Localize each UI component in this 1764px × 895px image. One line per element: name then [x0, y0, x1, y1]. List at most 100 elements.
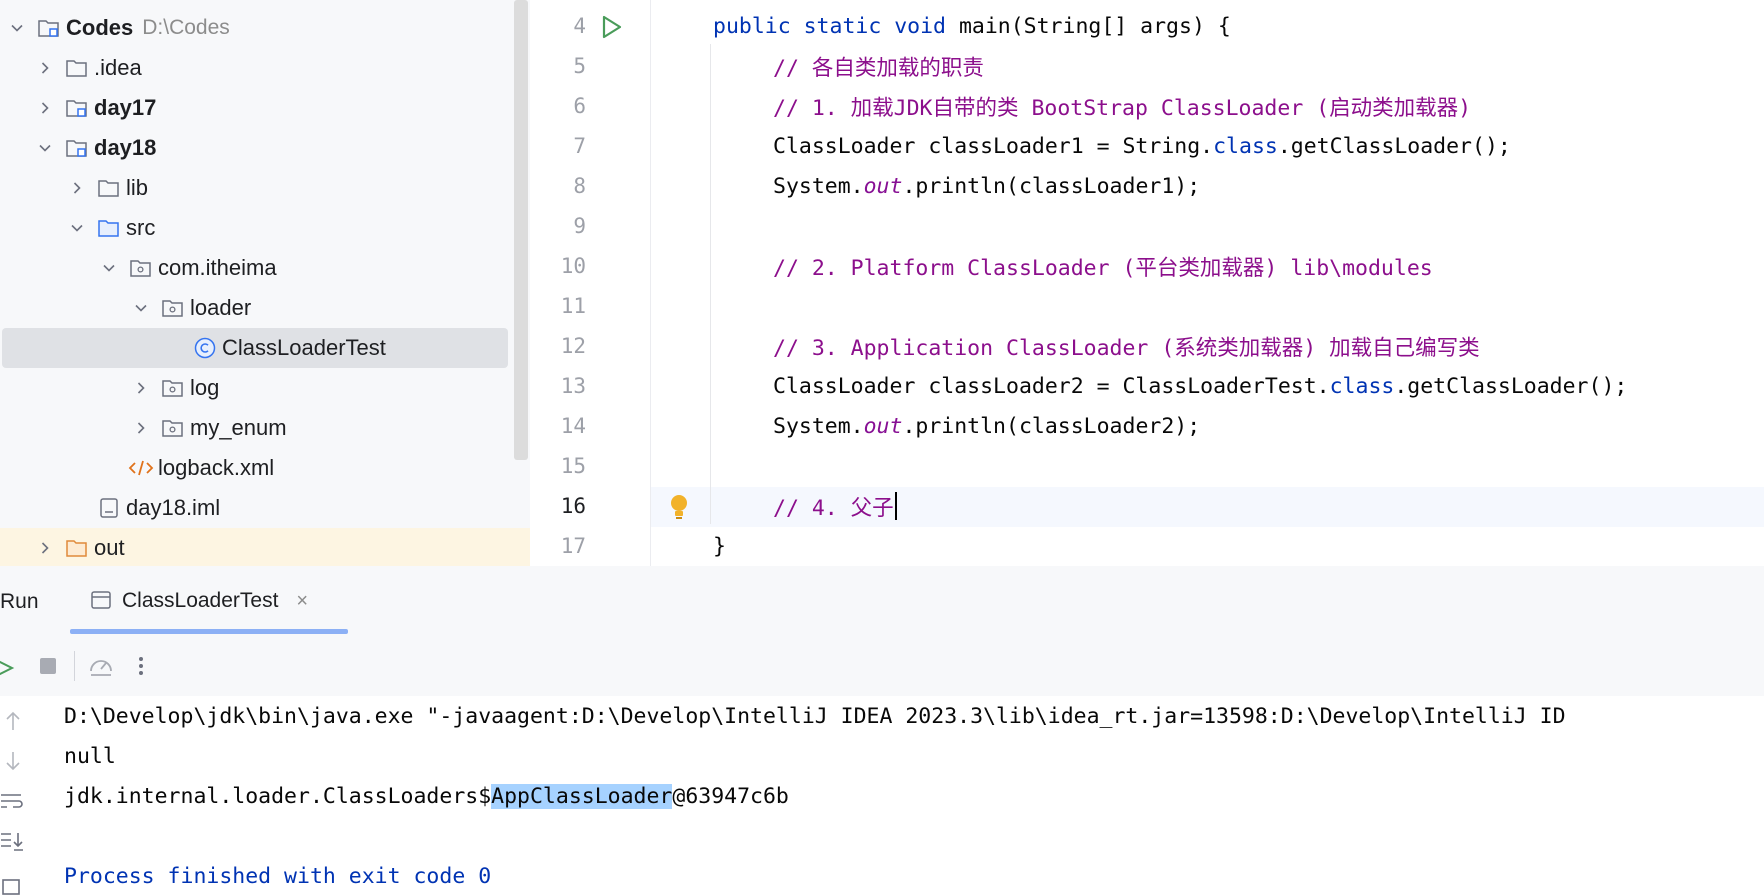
- chevron-down-icon[interactable]: [98, 257, 120, 279]
- line-number: 14: [560, 414, 586, 438]
- tree-item-com-itheima[interactable]: com.itheima: [0, 248, 510, 288]
- chevron-down-icon[interactable]: [66, 217, 88, 239]
- code-line-12[interactable]: // 3. Application ClassLoader (系统类加载器) 加…: [773, 326, 1480, 366]
- code-line-16[interactable]: // 4. 父子: [773, 486, 897, 526]
- chevron-down-icon[interactable]: [130, 297, 152, 319]
- run-config-icon: [90, 590, 112, 612]
- tree-item-path: D:\Codes: [142, 16, 230, 39]
- line-number: 5: [573, 54, 586, 78]
- line-number: 17: [560, 534, 586, 558]
- console-command-line: D:\Develop\jdk\bin\java.exe "-javaagent:…: [64, 703, 1566, 729]
- package-icon: [160, 295, 186, 321]
- line-number: 7: [573, 134, 586, 158]
- tree-item-codes[interactable]: Codes D:\Codes: [0, 8, 510, 48]
- package-icon: [128, 255, 154, 281]
- tree-item-label: day17: [94, 95, 157, 120]
- folder-icon: [64, 55, 90, 81]
- tree-item-label: Codes: [66, 15, 134, 40]
- tree-item-my-enum[interactable]: my_enum: [0, 408, 510, 448]
- tree-item-logback-xml[interactable]: logback.xml: [0, 448, 510, 488]
- tree-item-label: log: [190, 375, 220, 400]
- tab-classloadertest[interactable]: ClassLoaderTest ×: [70, 566, 350, 636]
- editor-gutter: 4 5 6 7 8 9 10 11 12 13 14 15 16 17: [530, 0, 687, 566]
- excluded-folder-icon: [64, 535, 90, 561]
- line-number: 10: [560, 254, 586, 278]
- tree-item-label: .idea: [94, 55, 142, 80]
- print-icon[interactable]: [0, 874, 26, 895]
- folder-icon: [96, 175, 122, 201]
- close-tab-icon[interactable]: ×: [296, 590, 308, 613]
- profiler-icon[interactable]: [81, 646, 121, 686]
- active-tab-indicator: [70, 629, 348, 634]
- line-number: 6: [573, 94, 586, 118]
- project-panel: Codes D:\Codes .idea day17 day18 lib src…: [0, 0, 530, 566]
- source-folder-icon: [96, 215, 122, 241]
- code-line-17[interactable]: }: [713, 526, 726, 566]
- tree-item-label: src: [126, 215, 156, 240]
- more-options-icon[interactable]: [121, 646, 161, 686]
- arrow-down-icon[interactable]: [0, 748, 26, 774]
- line-number: 8: [573, 174, 586, 198]
- xml-file-icon: [128, 455, 154, 481]
- tree-item-idea[interactable]: .idea: [0, 48, 510, 88]
- line-number: 12: [560, 334, 586, 358]
- console-output[interactable]: D:\Develop\jdk\bin\java.exe "-javaagent:…: [64, 696, 1764, 895]
- chevron-right-icon[interactable]: [34, 97, 56, 119]
- arrow-up-icon[interactable]: [0, 708, 26, 734]
- chevron-down-icon[interactable]: [34, 137, 56, 159]
- tree-item-loader[interactable]: loader: [0, 288, 510, 328]
- rerun-icon[interactable]: [0, 646, 28, 686]
- tree-item-day17[interactable]: day17: [0, 88, 510, 128]
- module-folder-icon: [64, 95, 90, 121]
- soft-wrap-icon[interactable]: [0, 788, 26, 814]
- scroll-to-end-icon[interactable]: [0, 828, 26, 854]
- chevron-down-icon[interactable]: [6, 17, 28, 39]
- code-line-5[interactable]: // 各自类加载的职责: [773, 46, 984, 86]
- console-output-line: jdk.internal.loader.ClassLoaders$ AppClas…: [64, 783, 789, 809]
- chevron-right-icon[interactable]: [34, 537, 56, 559]
- console-output-line: null: [64, 743, 116, 769]
- tree-item-label: loader: [190, 295, 252, 320]
- code-line-8[interactable]: System. out .println(classLoader1);: [773, 166, 1200, 206]
- text-caret: [894, 492, 897, 520]
- run-toolbar: [0, 636, 1764, 696]
- module-folder-icon: [64, 135, 90, 161]
- tree-item-out[interactable]: out: [0, 528, 530, 566]
- module-folder-icon: [36, 15, 62, 41]
- iml-file-icon: [96, 495, 122, 521]
- chevron-right-icon[interactable]: [130, 377, 152, 399]
- run-gutter-icon[interactable]: [598, 14, 624, 45]
- code-line-4[interactable]: public static void main(String[] args) {: [713, 6, 1231, 46]
- console-side-toolbar: [0, 696, 44, 895]
- tree-item-label: my_enum: [190, 415, 287, 440]
- code-editor[interactable]: 4 5 6 7 8 9 10 11 12 13 14 15 16 17 publ…: [530, 0, 1764, 566]
- tree-item-day18[interactable]: day18: [0, 128, 510, 168]
- tab-label: ClassLoaderTest: [122, 589, 279, 612]
- chevron-right-icon[interactable]: [130, 417, 152, 439]
- package-icon: [160, 375, 186, 401]
- code-line-10[interactable]: // 2. Platform ClassLoader (平台类加载器) lib\…: [773, 246, 1433, 286]
- tree-item-label: com.itheima: [158, 255, 277, 280]
- chevron-right-icon[interactable]: [66, 177, 88, 199]
- code-line-6[interactable]: // 1. 加载JDK自带的类 BootStrap ClassLoader (启…: [773, 86, 1471, 126]
- line-number: 13: [560, 374, 586, 398]
- tree-item-log[interactable]: log: [0, 368, 510, 408]
- line-number: 16: [560, 494, 586, 518]
- selected-text: AppClassLoader: [491, 783, 673, 809]
- code-line-13[interactable]: ClassLoader classLoader2 = ClassLoaderTe…: [773, 366, 1627, 406]
- tree-item-classloadertest[interactable]: ClassLoaderTest: [2, 328, 508, 368]
- tree-item-day18-iml[interactable]: day18.iml: [0, 488, 510, 528]
- code-line-7[interactable]: ClassLoader classLoader1 = String. class.…: [773, 126, 1511, 166]
- code-line-14[interactable]: System. out .println(classLoader2);: [773, 406, 1200, 446]
- stop-icon[interactable]: [28, 646, 68, 686]
- tree-item-label: logback.xml: [158, 455, 275, 480]
- lightbulb-icon[interactable]: [668, 493, 690, 526]
- project-scrollbar[interactable]: [514, 0, 528, 460]
- tree-item-src[interactable]: src: [0, 208, 510, 248]
- tree-item-label: day18.iml: [126, 495, 221, 520]
- chevron-right-icon[interactable]: [34, 57, 56, 79]
- java-class-icon: [192, 335, 218, 361]
- line-number: 11: [560, 294, 586, 318]
- run-panel-header: Run ClassLoaderTest ×: [0, 566, 1764, 636]
- tree-item-lib[interactable]: lib: [0, 168, 510, 208]
